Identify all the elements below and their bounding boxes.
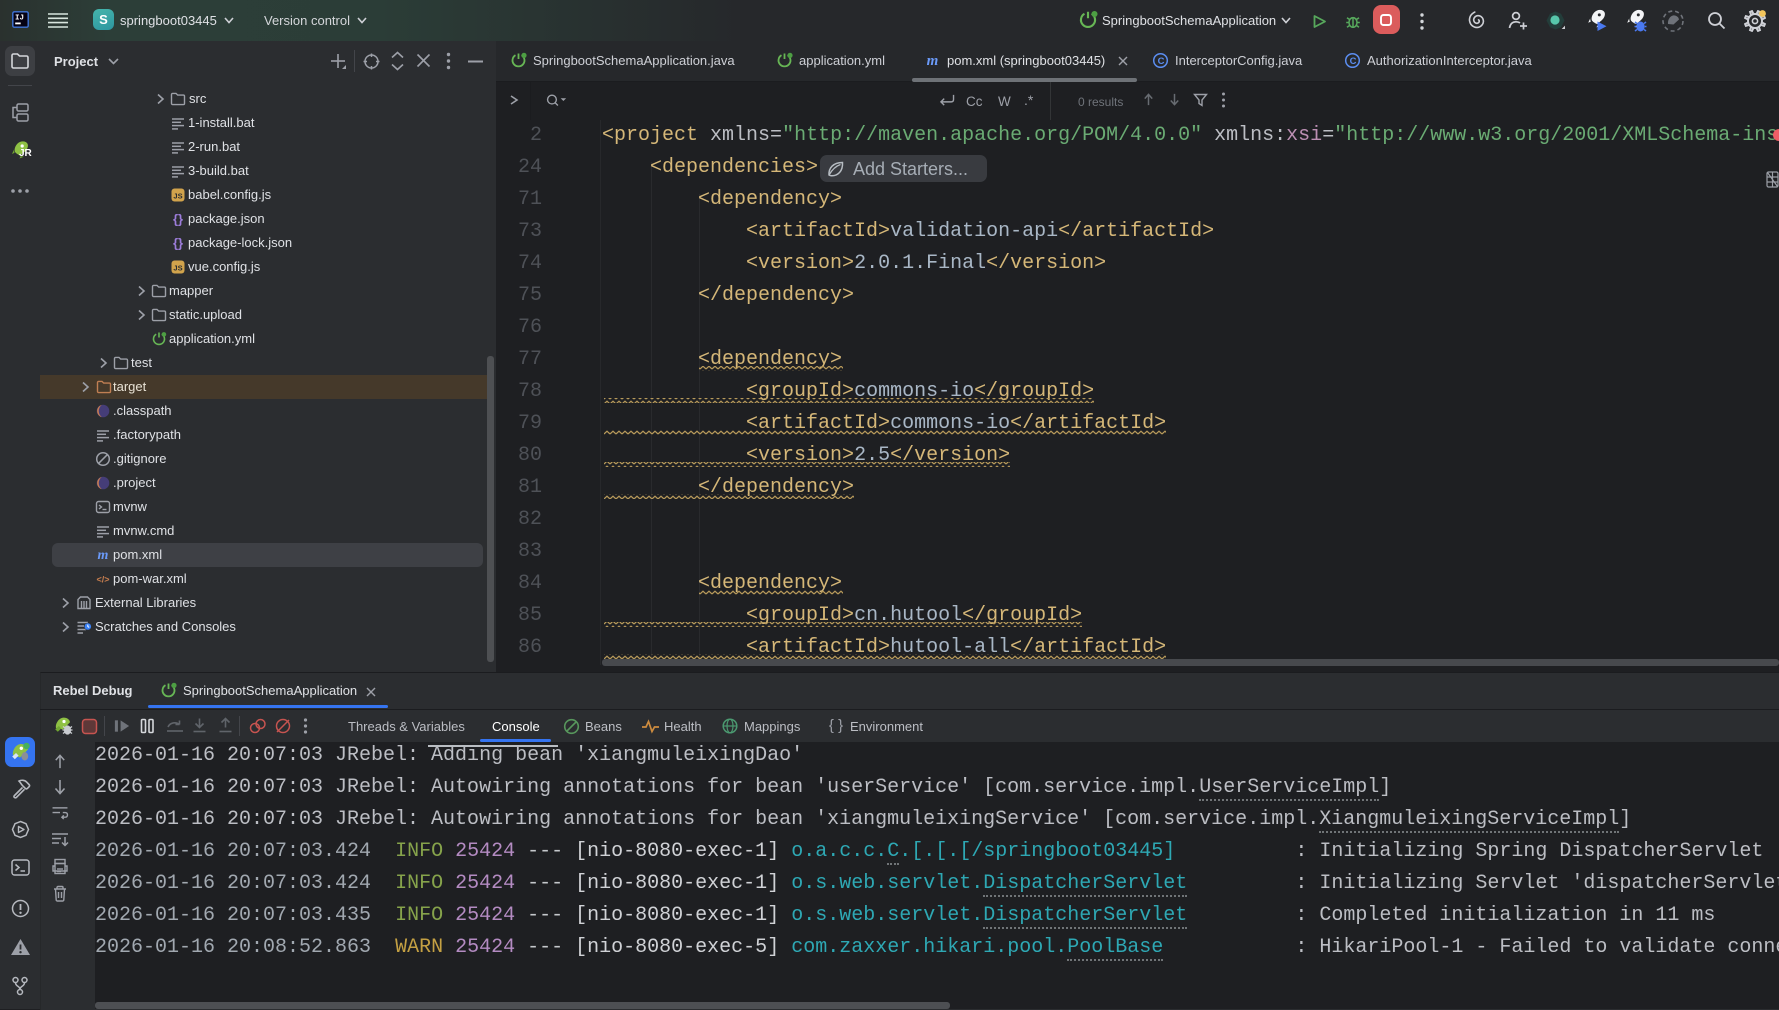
svg-text:m: m (927, 53, 939, 69)
svg-text:m: m (98, 548, 109, 563)
svg-text:JS: JS (173, 263, 182, 272)
svg-text:{ }: { } (829, 717, 843, 734)
svg-text:C: C (1158, 56, 1165, 67)
svg-text:{}: {} (173, 212, 183, 227)
svg-text:</>: </> (96, 575, 109, 585)
svg-text:JS: JS (173, 191, 182, 200)
svg-text:IJ: IJ (15, 15, 24, 23)
svg-text:C: C (1350, 56, 1357, 67)
svg-text:{}: {} (173, 236, 183, 251)
